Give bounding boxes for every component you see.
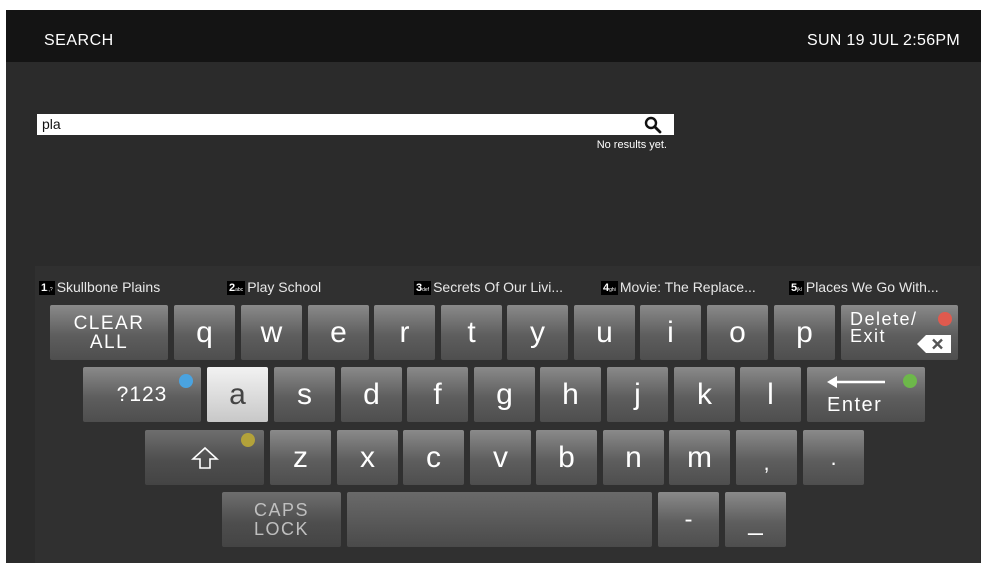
search-icon[interactable] — [644, 116, 662, 134]
key-k[interactable]: k — [674, 367, 735, 422]
key-w[interactable]: w — [241, 305, 302, 360]
suggestion-4[interactable]: 4ghi Movie: The Replace... — [601, 279, 756, 295]
key-m[interactable]: m — [669, 430, 730, 485]
backspace-icon — [917, 335, 951, 353]
suggestion-label: Play School — [247, 279, 322, 295]
shift-arrow-icon — [190, 446, 219, 469]
caps-lock-key[interactable]: CAPS LOCK — [222, 492, 341, 547]
key-h[interactable]: h — [540, 367, 601, 422]
search-screen: SEARCH SUN 19 JUL 2:56PM pla No results … — [6, 10, 981, 563]
underscore-key[interactable]: _ — [725, 492, 786, 547]
key-s[interactable]: s — [274, 367, 335, 422]
key-u[interactable]: u — [574, 305, 635, 360]
suggestion-number: 5jkl — [789, 281, 804, 295]
top-bar: SEARCH SUN 19 JUL 2:56PM — [6, 10, 981, 62]
key-o[interactable]: o — [707, 305, 768, 360]
enter-label: Enter — [827, 394, 883, 416]
key-v[interactable]: v — [470, 430, 531, 485]
space-key[interactable] — [347, 492, 652, 547]
key-n[interactable]: n — [603, 430, 664, 485]
key-c[interactable]: c — [403, 430, 464, 485]
key-f[interactable]: f — [407, 367, 468, 422]
key-e[interactable]: e — [308, 305, 369, 360]
red-button-indicator — [938, 312, 952, 326]
suggestion-5[interactable]: 5jkl Places We Go With... — [789, 279, 939, 295]
suggestion-label: Skullbone Plains — [56, 279, 161, 295]
suggestion-label: Places We Go With... — [805, 279, 939, 295]
delete-exit-key[interactable]: Delete/Exit — [841, 305, 958, 360]
key-q[interactable]: q — [174, 305, 235, 360]
enter-key[interactable]: Enter — [807, 367, 925, 422]
key-p[interactable]: p — [774, 305, 835, 360]
key-z[interactable]: z — [270, 430, 331, 485]
suggestion-number: 2abc — [227, 281, 246, 295]
suggestion-1[interactable]: 1.,? Skullbone Plains — [39, 279, 160, 295]
enter-arrow-icon — [827, 376, 885, 388]
key-comma[interactable]: , — [736, 430, 797, 485]
search-input[interactable]: pla — [37, 114, 674, 135]
suggestion-label: Movie: The Replace... — [619, 279, 756, 295]
exit-label: Exit — [850, 326, 887, 346]
suggestion-label: Secrets Of Our Livi... — [433, 279, 564, 295]
blue-button-indicator — [179, 374, 193, 388]
page-title: SEARCH — [44, 32, 114, 49]
key-y[interactable]: y — [507, 305, 568, 360]
shift-key[interactable] — [145, 430, 264, 485]
key-x[interactable]: x — [337, 430, 398, 485]
key-b[interactable]: b — [536, 430, 597, 485]
key-g[interactable]: g — [474, 367, 535, 422]
yellow-button-indicator — [241, 433, 255, 447]
key-period[interactable]: . — [803, 430, 864, 485]
clear-all-key[interactable]: CLEAR ALL — [50, 305, 168, 360]
results-status: No results yet. — [596, 139, 667, 151]
green-button-indicator — [903, 374, 917, 388]
symbols-key[interactable]: ?123 — [83, 367, 201, 422]
suggestion-number: 4ghi — [601, 281, 618, 295]
key-i[interactable]: i — [640, 305, 701, 360]
suggestion-number: 1.,? — [39, 281, 55, 295]
dash-key[interactable]: - — [658, 492, 719, 547]
suggestion-2[interactable]: 2abc Play School — [227, 279, 321, 295]
key-a[interactable]: a — [207, 367, 268, 422]
suggestion-number: 3def — [414, 281, 432, 295]
suggestion-3[interactable]: 3def Secrets Of Our Livi... — [414, 279, 563, 295]
key-d[interactable]: d — [341, 367, 402, 422]
key-t[interactable]: t — [441, 305, 502, 360]
search-query: pla — [42, 116, 61, 132]
key-j[interactable]: j — [607, 367, 668, 422]
key-r[interactable]: r — [374, 305, 435, 360]
datetime: SUN 19 JUL 2:56PM — [806, 32, 960, 49]
key-l[interactable]: l — [740, 367, 801, 422]
